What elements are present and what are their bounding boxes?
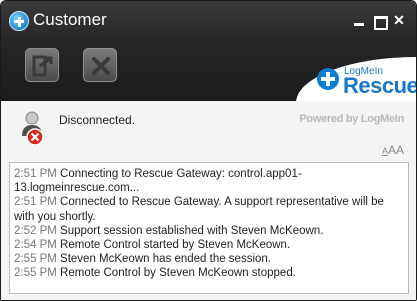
app-logo-icon <box>9 11 29 31</box>
powered-by-logo: Powered by LogMeIn <box>299 113 404 125</box>
log-entry: 2:54 PM Remote Control started by Steven… <box>14 239 291 252</box>
log-entry: 2:51 PM Connecting to Rescue Gateway: co… <box>14 168 302 195</box>
exit-session-icon <box>32 55 53 77</box>
close-x-icon <box>92 57 110 75</box>
close-session-button[interactable] <box>83 48 117 82</box>
log-entry: 2:55 PM Remote Control by Steven McKeown… <box>14 267 296 280</box>
maximize-button[interactable] <box>370 11 388 30</box>
text-size-toggle[interactable]: AAA <box>382 143 404 157</box>
log-entry: 2:52 PM Support session established with… <box>14 224 324 237</box>
customer-window: Customer ✕ LogMeIn Rescue Disconnected. … <box>0 0 417 301</box>
disconnected-user-icon <box>22 111 44 146</box>
log-entry: 2:51 PM Connected to Rescue Gateway. A s… <box>14 196 384 223</box>
minimize-button[interactable] <box>350 11 368 29</box>
text-size-large[interactable]: AA <box>388 143 404 157</box>
connection-status: Disconnected. <box>59 113 136 127</box>
rescue-logo-icon <box>317 68 339 90</box>
chat-log[interactable]: 2:51 PM Connecting to Rescue Gateway: co… <box>9 162 409 294</box>
end-session-button[interactable] <box>25 48 59 82</box>
log-entry: 2:55 PM Steven McKeown has ended the ses… <box>14 253 271 266</box>
brand-rescue-text: Rescue <box>343 73 417 98</box>
close-button[interactable]: ✕ <box>390 11 408 29</box>
window-title: Customer <box>33 10 107 29</box>
